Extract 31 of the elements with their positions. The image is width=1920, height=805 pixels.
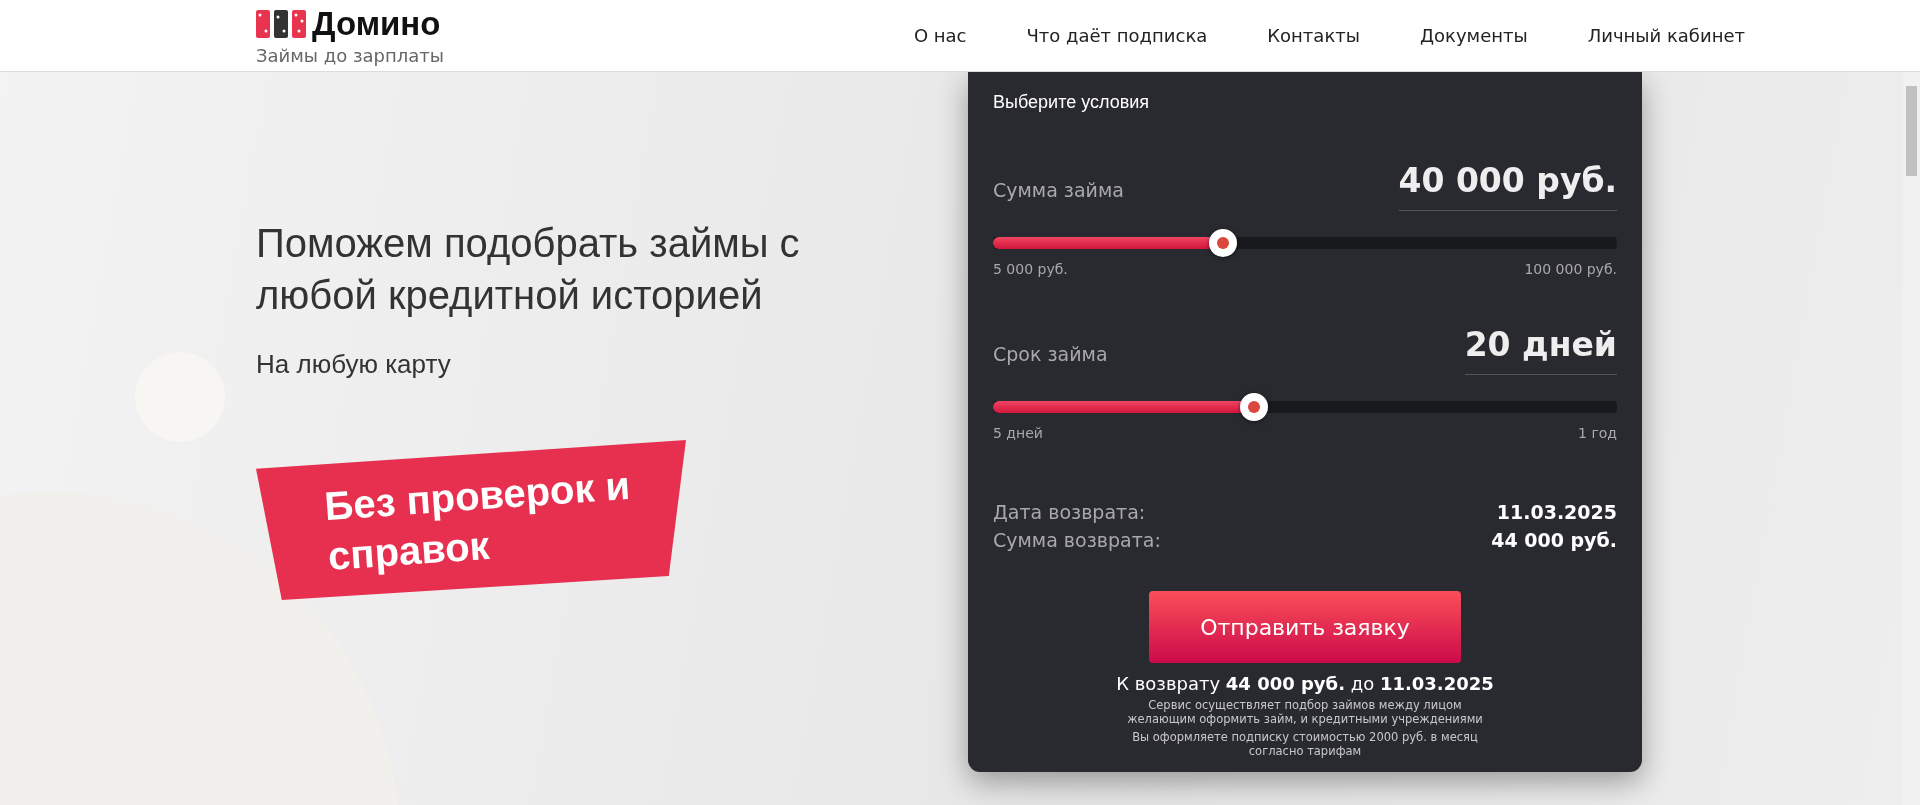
nav-link[interactable]: Что даёт подписка xyxy=(1026,25,1208,46)
disclaimer-text: Вы оформляете подписку стоимостью 2000 руб. в месяц согласно тарифам xyxy=(1131,730,1479,758)
panel-title: Выберите условия xyxy=(993,92,1151,113)
summary-label: Дата возврата: xyxy=(993,501,1146,523)
slider-value: 20 дней xyxy=(1464,325,1617,375)
summary-value: 11.03.2025 xyxy=(1496,501,1617,523)
summary-label: Сумма возврата: xyxy=(993,529,1161,551)
tagline: Займы до зарплаты xyxy=(256,45,444,66)
nav-link[interactable]: Личный кабинет xyxy=(1587,25,1745,46)
min-label: 5 дней xyxy=(993,425,1043,441)
slider-thumb[interactable] xyxy=(1239,393,1268,421)
min-label: 5 000 руб. xyxy=(993,261,1068,277)
slider-value: 40 000 руб. xyxy=(1398,161,1617,211)
nav-link[interactable]: Контакты xyxy=(1267,25,1360,46)
banner-text: Без проверок и справок xyxy=(322,461,633,581)
slider-label: Сумма займа xyxy=(993,179,1124,201)
slider-label: Срок займа xyxy=(993,343,1108,365)
nav-link[interactable]: Документы xyxy=(1419,25,1528,46)
total-text: К возврату 44 000 руб. до 11.03.2025 xyxy=(1115,673,1495,694)
dominoes-icon xyxy=(256,9,306,39)
disclaimer-text: Сервис осуществляет подбор займов между лицом желающим оформить займ, и кредитными учреждениями xyxy=(1126,698,1484,726)
submit-button[interactable]: Отправить заявку xyxy=(1149,591,1461,663)
logo-text[interactable]: Домино xyxy=(312,5,441,43)
max-label: 100 000 руб. xyxy=(1524,261,1617,277)
slider-thumb[interactable] xyxy=(1209,229,1238,257)
hero-title: Поможем подобрать займы с любой кредитной историей xyxy=(256,220,801,319)
nav-link[interactable]: О нас xyxy=(913,25,967,46)
max-label: 1 год xyxy=(1578,425,1617,441)
scrollbar[interactable] xyxy=(1903,72,1920,805)
summary-value: 44 000 руб. xyxy=(1491,529,1617,551)
hero-subtitle: На любую карту xyxy=(256,349,452,380)
